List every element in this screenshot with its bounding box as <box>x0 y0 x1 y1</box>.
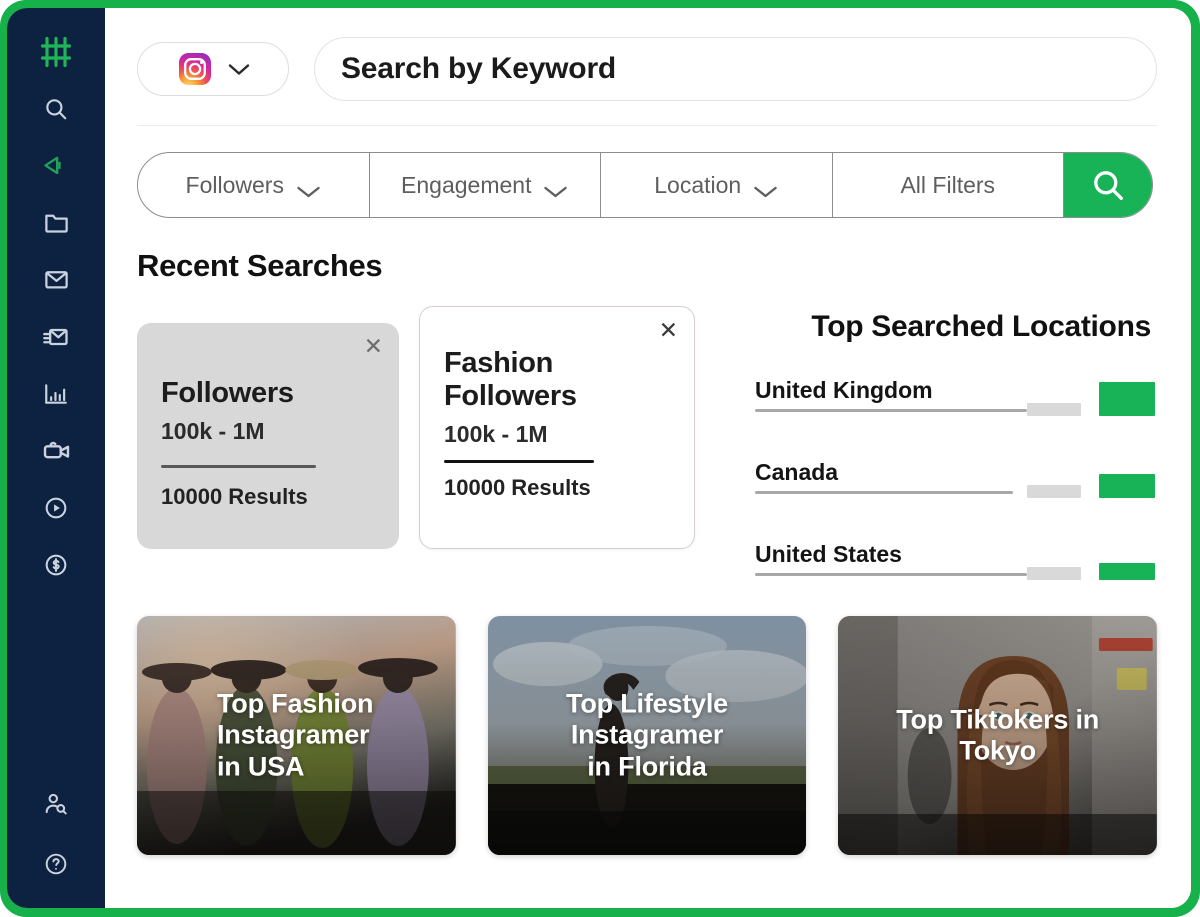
filter-location-label: Location <box>654 171 742 198</box>
search-input[interactable]: Search by Keyword <box>314 37 1157 101</box>
caption-line-1: Top Lifestyle <box>566 688 728 719</box>
filter-all-filters[interactable]: All Filters <box>833 153 1064 217</box>
megaphone-icon <box>42 152 70 180</box>
sidebar-item-find-people[interactable] <box>7 774 105 834</box>
filter-all-filters-label: All Filters <box>900 171 996 198</box>
location-name: United Kingdom <box>755 377 933 403</box>
search-button[interactable] <box>1064 153 1152 217</box>
caption-line-1: Top Tiktokers in <box>896 703 1100 734</box>
collection-card-caption: Top Lifestyle Instagramer in Florida <box>488 688 807 783</box>
location-green-bar <box>1099 474 1155 498</box>
location-grey-bar <box>1027 567 1081 580</box>
sidebar-item-search[interactable] <box>7 80 105 137</box>
location-green-bar <box>1099 563 1155 580</box>
sidebar-bottom-nav <box>7 774 105 894</box>
recent-card-rule <box>444 459 594 463</box>
location-name: United States <box>755 541 902 567</box>
mail-icon <box>43 266 70 293</box>
location-track <box>755 491 1013 494</box>
close-icon[interactable]: ✕ <box>659 319 678 342</box>
search-icon <box>43 96 69 122</box>
collection-card-caption: Top Tiktokers in Tokyo <box>838 704 1157 767</box>
sidebar-item-analytics[interactable] <box>7 365 105 422</box>
recent-searches-list: ✕ Followers 100k - 1M 10000 Results ✕ Fa… <box>137 306 695 549</box>
sidebar-item-outreach[interactable] <box>7 308 105 365</box>
suggested-collections: Top Fashion Instagramer in USA Top Lifes… <box>137 616 1158 855</box>
sidebar-item-inbox[interactable] <box>7 251 105 308</box>
location-row[interactable]: United Kingdom <box>753 364 1157 426</box>
sidebar-item-help[interactable] <box>7 834 105 894</box>
sidebar-item-media[interactable] <box>7 422 105 479</box>
chevron-down-icon <box>543 178 568 198</box>
location-green-bar <box>1099 382 1155 416</box>
location-track <box>755 573 1027 576</box>
caption-line-1: Top Fashion <box>217 688 374 719</box>
bar-chart-icon <box>43 381 69 407</box>
topbar-divider <box>137 125 1157 126</box>
mid-row: ✕ Followers 100k - 1M 10000 Results ✕ Fa… <box>137 306 1157 590</box>
recent-card-results: 10000 Results <box>444 474 591 500</box>
recent-search-card[interactable]: ✕ Fashion Followers 100k - 1M 10000 Resu… <box>419 306 695 549</box>
chevron-down-icon <box>228 63 250 76</box>
location-track <box>755 409 1027 412</box>
platform-selector[interactable] <box>137 42 289 96</box>
search-icon <box>1089 166 1127 204</box>
top-search-row: Search by Keyword <box>137 8 1157 101</box>
caption-line-3: in Florida <box>587 751 707 782</box>
sidebar-item-campaigns[interactable] <box>7 137 105 194</box>
caption-line-2: Instagramer <box>217 719 370 750</box>
location-grey-bar <box>1027 403 1081 416</box>
sidebar-nav-list <box>7 80 105 593</box>
recent-card-title: Followers <box>161 377 294 409</box>
mail-send-icon <box>42 323 70 351</box>
locations-title: Top Searched Locations <box>811 310 1151 343</box>
filter-followers-label: Followers <box>185 171 284 198</box>
collection-card[interactable]: Top Tiktokers in Tokyo <box>838 616 1158 855</box>
filter-followers[interactable]: Followers <box>138 153 370 217</box>
collection-card[interactable]: Top Lifestyle Instagramer in Florida <box>487 616 807 855</box>
app-logo[interactable] <box>7 28 105 80</box>
dollar-circle-icon <box>43 552 69 578</box>
filter-engagement-label: Engagement <box>401 171 532 198</box>
sidebar-item-folders[interactable] <box>7 194 105 251</box>
page-title: Recent Searches <box>137 248 383 283</box>
recent-card-range: 100k - 1M <box>161 417 265 444</box>
location-row[interactable]: United States <box>753 528 1157 590</box>
recent-card-rule <box>161 464 316 468</box>
sidebar-item-payments[interactable] <box>7 536 105 593</box>
collection-card-caption: Top Fashion Instagramer in USA <box>137 688 456 783</box>
location-name: Canada <box>755 459 839 485</box>
caption-line-2: Tokyo <box>959 735 1036 766</box>
recent-card-range: 100k - 1M <box>444 420 548 447</box>
app-frame: Search by Keyword Followers Engagement L… <box>0 0 1200 917</box>
app-window: Search by Keyword Followers Engagement L… <box>7 8 1191 908</box>
chevron-down-icon <box>296 178 321 198</box>
video-camera-icon <box>42 436 71 465</box>
folder-icon <box>43 209 70 236</box>
recent-card-results: 10000 Results <box>161 483 308 509</box>
sidebar-item-play[interactable] <box>7 479 105 536</box>
caption-line-2: Instagramer <box>570 719 724 750</box>
top-searched-locations: Top Searched Locations United Kingdom Ca… <box>753 306 1157 590</box>
filter-location[interactable]: Location <box>601 153 833 217</box>
collection-card[interactable]: Top Fashion Instagramer in USA <box>137 616 456 855</box>
close-icon[interactable]: ✕ <box>364 335 383 358</box>
location-row[interactable]: Canada <box>753 446 1157 508</box>
search-input-placeholder: Search by Keyword <box>341 52 617 85</box>
recent-card-title: Fashion Followers <box>444 347 577 412</box>
main-content: Search by Keyword Followers Engagement L… <box>105 8 1191 908</box>
chevron-down-icon <box>753 178 778 198</box>
filter-engagement[interactable]: Engagement <box>370 153 601 217</box>
play-circle-icon <box>43 495 69 521</box>
location-grey-bar <box>1027 485 1081 498</box>
sliders-hashtag-logo-icon <box>38 34 74 75</box>
person-search-icon <box>43 791 69 817</box>
recent-search-card[interactable]: ✕ Followers 100k - 1M 10000 Results <box>137 323 399 549</box>
help-circle-icon <box>43 851 69 877</box>
caption-line-3: in USA <box>217 751 305 782</box>
sidebar <box>7 8 105 908</box>
filter-bar: Followers Engagement Location All Filter… <box>137 152 1153 218</box>
instagram-icon <box>176 50 214 88</box>
